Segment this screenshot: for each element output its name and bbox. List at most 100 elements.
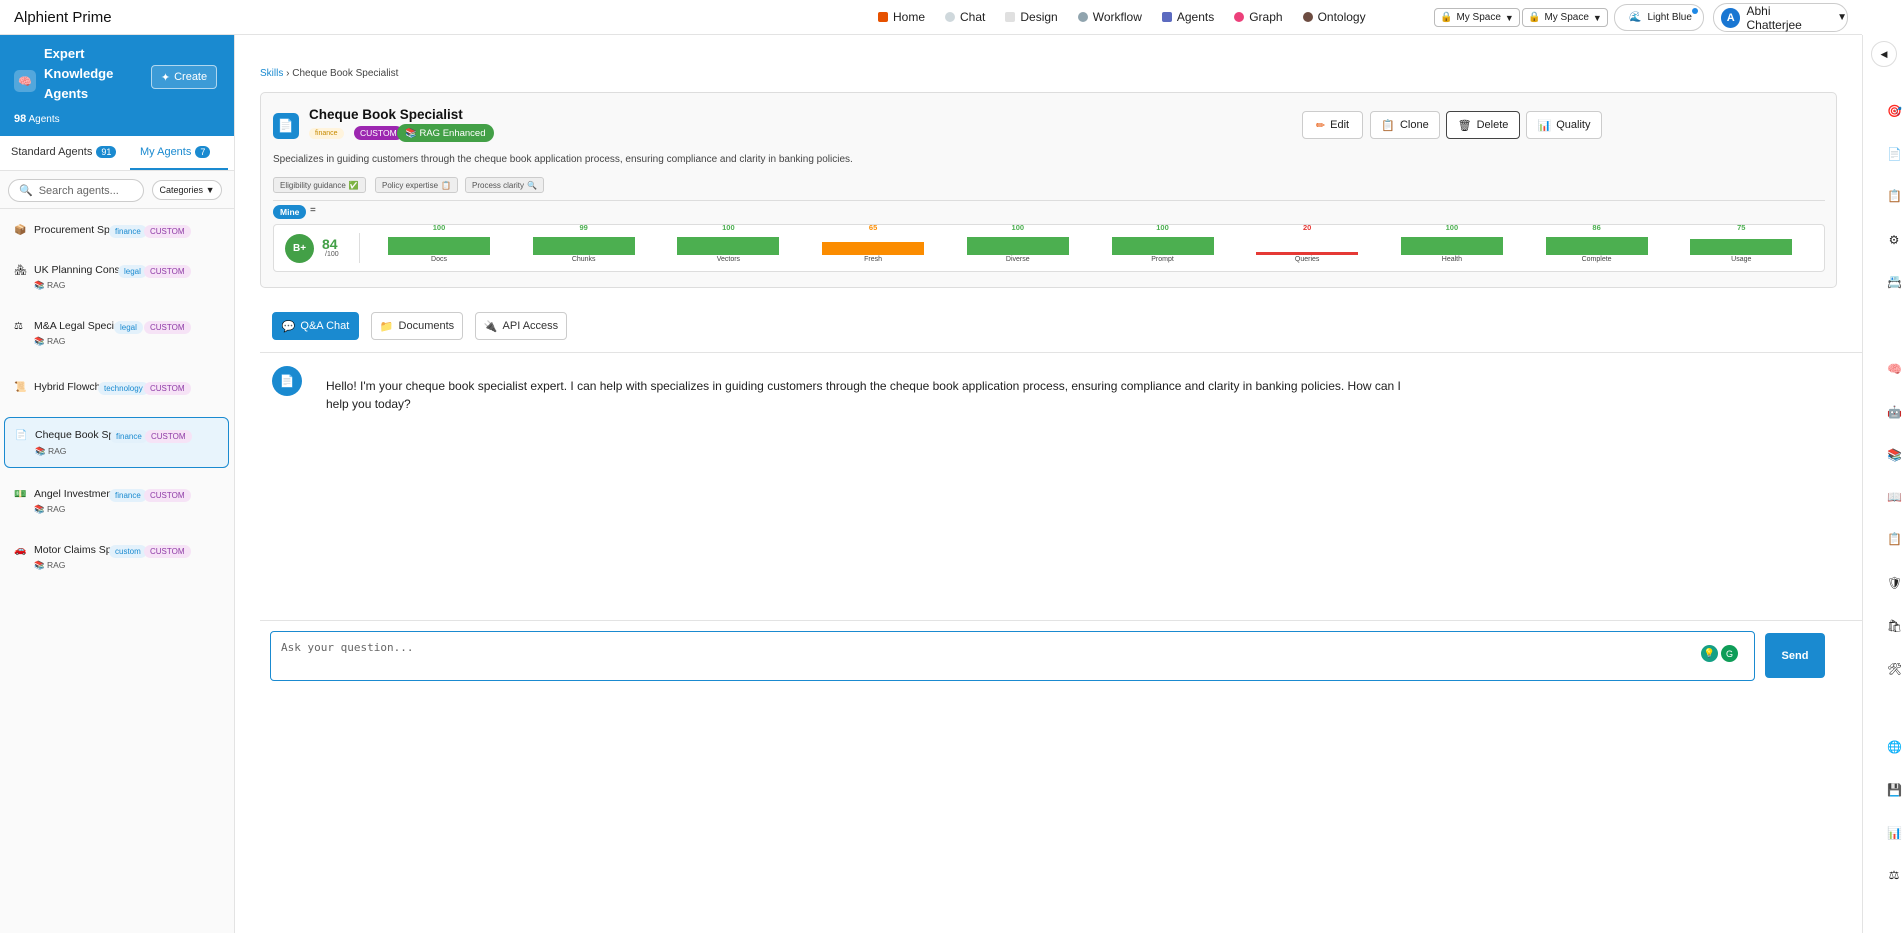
books-icon: 📚 xyxy=(34,336,45,346)
brain-icon: 🧠 xyxy=(14,70,36,92)
metric-track xyxy=(1256,237,1359,255)
quality-button[interactable]: 📊 Quality xyxy=(1526,111,1602,139)
search-input[interactable]: 🔍 Search agents... xyxy=(8,179,144,202)
wave-icon: 🌊 xyxy=(1629,12,1642,23)
agent-item-ma-legal[interactable]: ⚖ M&A Legal Specialist legal CUSTOM 📚 RA… xyxy=(4,311,229,351)
tab-my-agents[interactable]: My Agents 7 xyxy=(140,146,211,158)
agent-item-motor-claims[interactable]: 🚗 Motor Claims Spe... custom CUSTOM 📚 RA… xyxy=(4,535,229,575)
metric-vectors: 100 Vectors xyxy=(677,223,780,271)
agent-item-hybrid-flowchart[interactable]: 📜 Hybrid Flowcha... technology CUSTOM xyxy=(4,372,229,404)
target-icon[interactable]: 🎯 xyxy=(1887,104,1902,118)
metric-diverse: 100 Diverse xyxy=(966,223,1069,271)
metric-track xyxy=(1545,237,1648,255)
barchart-icon: 📊 xyxy=(1537,119,1552,132)
quality-metrics: B+ 84 /100 100 Docs 99 Chunks 100 Vectors 65 Fr… xyxy=(273,223,1825,272)
agent-item-procurement[interactable]: 📦 Procurement Speci... finance CUSTOM xyxy=(4,215,229,247)
category-badge: finance xyxy=(309,128,344,139)
chevron-down-icon: ▼ xyxy=(1837,12,1847,23)
gear-icon[interactable]: ⚙ xyxy=(1887,233,1901,247)
tools-icon[interactable]: 🛠 xyxy=(1887,662,1902,676)
app-title: Alphient Prime xyxy=(14,9,112,26)
custom-tag: CUSTOM xyxy=(144,265,191,278)
metric-track xyxy=(1111,237,1214,255)
agents-sidebar: 🧠 Expert Knowledge Agents 98 Agents ✦ Cre… xyxy=(0,35,235,933)
space-select-1[interactable]: 🔒 My Space ▼ xyxy=(1434,8,1520,27)
breadcrumb-skills-link[interactable]: Skills xyxy=(260,68,283,79)
category-tag: legal xyxy=(118,265,147,278)
metric-track xyxy=(966,237,1069,255)
nav-home[interactable]: Home xyxy=(878,10,925,24)
agent-item-angel-investment[interactable]: 💵 Angel Investment ... finance CUSTOM 📚 … xyxy=(4,479,229,519)
tab-qa-chat[interactable]: 💬 Q&A Chat xyxy=(272,312,359,340)
divider xyxy=(260,352,1862,353)
collapse-button[interactable]: ◀ xyxy=(1871,41,1897,67)
theme-toggle[interactable]: 🌊 Light Blue xyxy=(1614,4,1704,31)
brain-icon[interactable]: 🧠 xyxy=(1887,362,1902,376)
books-icon: 📚 xyxy=(405,127,417,139)
metric-label: Docs xyxy=(431,256,447,263)
pencil-icon: ✏ xyxy=(1315,119,1326,132)
user-menu[interactable]: A Abhi Chatterjee ▼ xyxy=(1713,3,1848,32)
main-nav: Home Chat Design Workflow Agents Graph O… xyxy=(878,0,1366,34)
document-icon: 📄 xyxy=(279,374,295,388)
robot-icon[interactable]: 🤖 xyxy=(1887,405,1902,419)
create-button[interactable]: ✦ Create xyxy=(151,65,217,89)
metric-value: 100 xyxy=(432,223,446,232)
nav-agents[interactable]: Agents xyxy=(1161,10,1214,24)
notes-icon[interactable]: 📋 xyxy=(1887,532,1902,546)
metric-bar xyxy=(388,237,490,255)
tab-standard-agents[interactable]: Standard Agents 91 xyxy=(11,146,117,158)
globe-icon[interactable]: 🌐 xyxy=(1887,740,1902,754)
shield-icon[interactable]: 🛡 xyxy=(1887,576,1902,590)
nav-graph[interactable]: Graph xyxy=(1234,10,1283,24)
home-icon xyxy=(878,12,888,22)
agents-icon xyxy=(1161,12,1172,22)
metric-label: Usage xyxy=(1731,256,1752,263)
metric-bar xyxy=(966,237,1069,255)
metric-label: Vectors xyxy=(716,256,741,263)
bags-icon[interactable]: 🛍 xyxy=(1887,619,1902,633)
question-input[interactable]: Ask your question... xyxy=(270,631,1755,681)
edit-button[interactable]: ✏ Edit xyxy=(1302,111,1363,139)
metric-value: 100 xyxy=(722,223,735,232)
scales-icon: ⚖ xyxy=(14,321,23,332)
agent-item-uk-planning[interactable]: 🏘 UK Planning Consult... legal CUSTOM 📚 … xyxy=(4,255,229,295)
book-icon[interactable]: 📖 xyxy=(1887,490,1902,504)
quality-score-max: /100 xyxy=(325,251,339,258)
lightbulb-icon[interactable]: 💡 xyxy=(1701,645,1718,662)
rag-label: 📚 RAG xyxy=(35,446,67,456)
agent-item-cheque-book[interactable]: 📄 Cheque Book Spec... finance CUSTOM 📚 R… xyxy=(4,417,229,468)
car-icon: 🚗 xyxy=(14,545,27,556)
magnifier-icon: 🔍 xyxy=(527,180,537,190)
floppy-icon[interactable]: 💾 xyxy=(1887,783,1902,797)
custom-badge: CUSTOM xyxy=(354,126,403,140)
delete-button[interactable]: 🗑 Delete xyxy=(1446,111,1520,139)
scales-icon[interactable]: ⚖ xyxy=(1887,868,1901,882)
tab-documents[interactable]: 📁 Documents xyxy=(371,312,463,340)
rag-label: 📚 RAG xyxy=(34,280,66,290)
divider xyxy=(260,620,1862,621)
card-icon[interactable]: 📇 xyxy=(1887,275,1902,289)
nav-chat[interactable]: Chat xyxy=(945,10,985,24)
metric-docs: 100 Docs xyxy=(388,223,490,271)
nav-ontology[interactable]: Ontology xyxy=(1302,10,1366,24)
clone-button[interactable]: 📋 Clone xyxy=(1370,111,1440,139)
categories-dropdown[interactable]: Categories ▼ xyxy=(152,180,222,200)
space-select-2[interactable]: 🔒 My Space ▼ xyxy=(1522,8,1608,27)
page-icon[interactable]: 📄 xyxy=(1887,147,1902,161)
folder-icon: 📁 xyxy=(379,320,394,333)
chat-icon xyxy=(945,12,956,22)
metric-track xyxy=(532,237,635,255)
metric-usage: 75 Usage xyxy=(1690,223,1793,271)
tab-api-access[interactable]: 🔌 API Access xyxy=(475,312,567,340)
metric-bar xyxy=(1400,237,1503,255)
barchart-icon[interactable]: 📊 xyxy=(1887,826,1902,840)
books-icon[interactable]: 📚 xyxy=(1887,448,1902,462)
grammarly-icon[interactable]: G xyxy=(1721,645,1738,662)
send-button[interactable]: Send xyxy=(1765,633,1825,678)
clipboard-icon[interactable]: 📋 xyxy=(1887,189,1902,203)
tab-underline xyxy=(130,168,228,170)
nav-design[interactable]: Design xyxy=(1005,10,1058,24)
nav-workflow[interactable]: Workflow xyxy=(1077,10,1142,24)
main-content: Skills › Cheque Book Specialist 📄 Cheque… xyxy=(236,35,1862,933)
